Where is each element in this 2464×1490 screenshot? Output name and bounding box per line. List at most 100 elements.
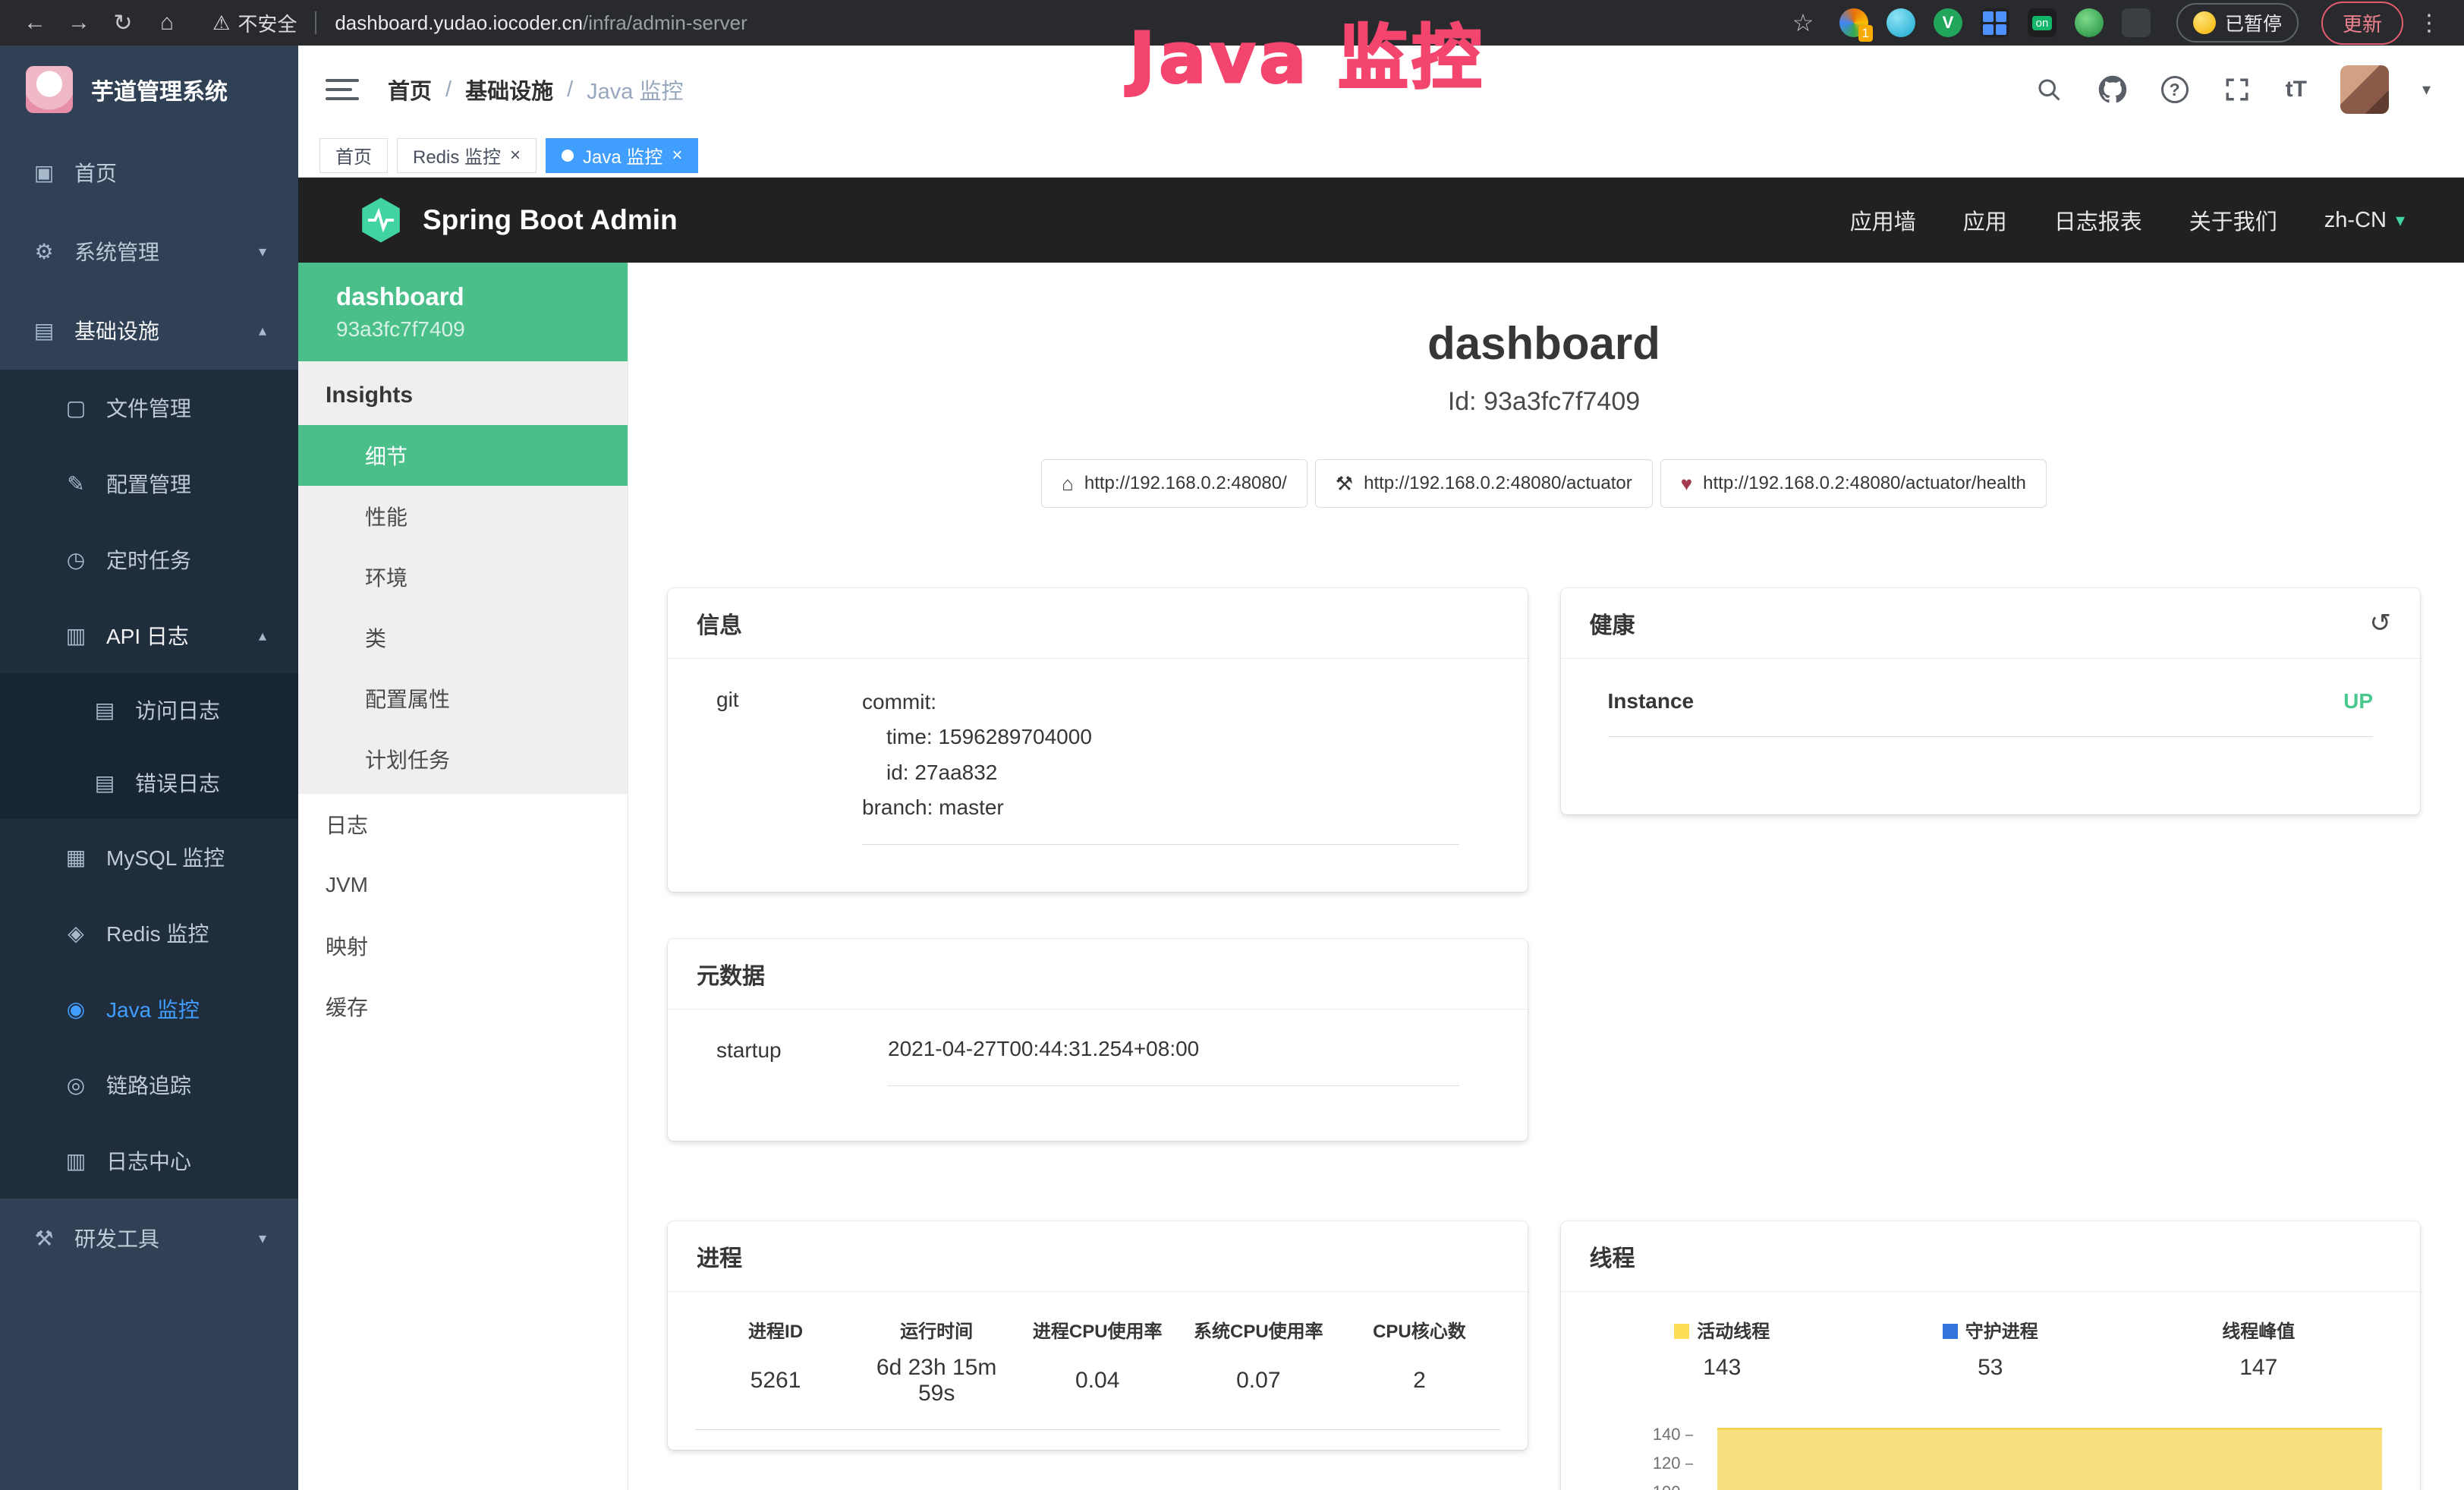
link-root-url[interactable]: ⌂ http://192.168.0.2:48080/ bbox=[1041, 459, 1308, 508]
help-icon[interactable]: ? bbox=[2161, 76, 2189, 103]
avatar-caret-icon[interactable]: ▾ bbox=[2422, 80, 2431, 99]
reload-icon[interactable]: ↻ bbox=[105, 10, 141, 36]
extension-icon-switch[interactable]: on bbox=[2028, 8, 2056, 37]
sidebar-item-access-log[interactable]: ▤ 访问日志 bbox=[0, 673, 298, 746]
database-icon: ▦ bbox=[62, 845, 90, 870]
bookmark-star-icon[interactable]: ☆ bbox=[1785, 8, 1821, 37]
tab-home[interactable]: 首页 bbox=[319, 138, 388, 173]
tab-java-monitor[interactable]: Java 监控 × bbox=[546, 138, 698, 173]
security-chip[interactable]: ⚠ 不安全 bbox=[212, 9, 297, 37]
sidebar-item-redis-monitor[interactable]: ◈ Redis 监控 bbox=[0, 895, 298, 971]
process-col-label: 系统CPU使用率 bbox=[1178, 1296, 1339, 1352]
instance-menu-details[interactable]: 细节 bbox=[298, 425, 628, 486]
java-monitor-icon: ◉ bbox=[62, 997, 90, 1022]
sidebar-item-devtools[interactable]: ⚒ 研发工具 ▾ bbox=[0, 1199, 298, 1277]
history-icon[interactable]: ↺ bbox=[2370, 608, 2392, 638]
sidebar-item-label: 文件管理 bbox=[106, 392, 191, 423]
sba-nav-applications[interactable]: 应用 bbox=[1963, 204, 2007, 236]
close-icon[interactable]: × bbox=[672, 145, 682, 166]
edit-icon: ✎ bbox=[62, 471, 90, 496]
insights-label: Insights bbox=[298, 361, 628, 425]
sidebar-item-system[interactable]: ⚙ 系统管理 ▾ bbox=[0, 212, 298, 291]
health-row-label: Instance bbox=[1608, 689, 1695, 713]
sidebar-item-java-monitor[interactable]: ◉ Java 监控 bbox=[0, 971, 298, 1047]
doc-icon: ▤ bbox=[91, 698, 118, 723]
sba-nav-wall[interactable]: 应用墙 bbox=[1850, 204, 1916, 236]
github-icon[interactable] bbox=[2097, 74, 2128, 105]
card-title: 进程 bbox=[697, 1240, 742, 1273]
content-row: dashboard 93a3fc7f7409 Insights 细节 性能 环境… bbox=[298, 263, 2464, 1490]
profile-paused-badge[interactable]: 已暂停 bbox=[2176, 3, 2299, 43]
instance-header[interactable]: dashboard 93a3fc7f7409 bbox=[298, 263, 628, 361]
instance-menu-performance[interactable]: 性能 bbox=[298, 486, 628, 547]
sidebar-item-config-mgmt[interactable]: ✎ 配置管理 bbox=[0, 446, 298, 521]
process-card: 进程 进程ID 运行时间 进程CPU使用率 系统CPU使用率 CPU核心数 bbox=[668, 1221, 1528, 1450]
legend-peak-threads: 线程峰值 bbox=[2125, 1296, 2393, 1352]
sba-nav-about[interactable]: 关于我们 bbox=[2189, 204, 2277, 236]
sidebar-item-api-log[interactable]: ▥ API 日志 ▴ bbox=[0, 597, 298, 673]
sidebar-item-mysql-monitor[interactable]: ▦ MySQL 监控 bbox=[0, 819, 298, 895]
instance-menu-caches[interactable]: 缓存 bbox=[298, 976, 628, 1037]
sidebar-item-file-mgmt[interactable]: ▢ 文件管理 bbox=[0, 370, 298, 446]
instance-menu-logs[interactable]: 日志 bbox=[298, 794, 628, 855]
browser-home-icon[interactable]: ⌂ bbox=[149, 10, 185, 36]
metadata-card-header: 元数据 bbox=[668, 939, 1528, 1010]
fullscreen-icon[interactable] bbox=[2222, 74, 2252, 105]
breadcrumb-home[interactable]: 首页 bbox=[388, 74, 432, 106]
status-badge: UP bbox=[2343, 689, 2373, 713]
info-git-row: git commit: time: 1596289704000 id: 27aa… bbox=[668, 659, 1528, 887]
app-logo-row: 芋道管理系统 bbox=[0, 46, 298, 133]
extension-icon-green-v[interactable]: V bbox=[1934, 8, 1962, 37]
instance-menu-classes[interactable]: 类 bbox=[298, 607, 628, 668]
extension-icon-colorwheel[interactable]: 1 bbox=[1839, 8, 1868, 37]
address-bar[interactable]: dashboard.yudao.iocoder.cn/infra/admin-s… bbox=[335, 11, 747, 35]
page-title: dashboard bbox=[668, 316, 2420, 372]
link-actuator-url[interactable]: ⚒ http://192.168.0.2:48080/actuator bbox=[1315, 459, 1653, 508]
card-title: 健康 bbox=[1590, 606, 1635, 640]
threads-chart: 140 120 100 bbox=[1603, 1423, 2390, 1490]
browser-menu-icon[interactable]: ⋮ bbox=[2411, 10, 2447, 36]
info-key: git bbox=[716, 685, 862, 845]
instance-menu-mappings[interactable]: 映射 bbox=[298, 915, 628, 976]
home-icon: ⌂ bbox=[1062, 472, 1074, 496]
link-health-url[interactable]: ♥ http://192.168.0.2:48080/actuator/heal… bbox=[1660, 459, 2047, 508]
monitor-icon: ▤ bbox=[30, 318, 58, 343]
sidebar-item-infra[interactable]: ▤ 基础设施 ▴ bbox=[0, 291, 298, 370]
font-size-icon[interactable]: tT bbox=[2286, 77, 2307, 102]
locale-select[interactable]: zh-CN ▾ bbox=[2324, 208, 2405, 233]
sidebar-item-error-log[interactable]: ▤ 错误日志 bbox=[0, 746, 298, 819]
extension-icon-dark[interactable] bbox=[2122, 8, 2151, 37]
instance-menu-environment[interactable]: 环境 bbox=[298, 547, 628, 607]
forward-icon[interactable]: → bbox=[61, 10, 97, 36]
instance-menu-jvm[interactable]: JVM bbox=[298, 855, 628, 915]
sidebar-item-home[interactable]: ▣ 首页 bbox=[0, 133, 298, 212]
instance-menu-config-props[interactable]: 配置属性 bbox=[298, 668, 628, 729]
tab-redis-monitor[interactable]: Redis 监控 × bbox=[397, 138, 537, 173]
process-card-header: 进程 bbox=[668, 1221, 1528, 1292]
sidebar-item-scheduled-jobs[interactable]: ◷ 定时任务 bbox=[0, 521, 298, 597]
sba-nav-journal[interactable]: 日志报表 bbox=[2054, 204, 2142, 236]
extension-icon-grid[interactable] bbox=[1981, 8, 2009, 37]
threads-card-header: 线程 bbox=[1561, 1221, 2421, 1292]
user-avatar[interactable] bbox=[2340, 65, 2389, 114]
git-commit-label: commit: bbox=[862, 685, 1459, 720]
close-icon[interactable]: × bbox=[510, 145, 521, 166]
extension-icon-leaf[interactable] bbox=[2075, 8, 2104, 37]
extension-icon-drop[interactable] bbox=[1887, 8, 1915, 37]
breadcrumb-infra[interactable]: 基础设施 bbox=[465, 74, 553, 106]
breadcrumb-current: Java 监控 bbox=[587, 74, 683, 106]
insights-group: Insights 细节 性能 环境 类 配置属性 计划任务 bbox=[298, 361, 628, 794]
search-icon[interactable] bbox=[2034, 74, 2064, 105]
sidebar-item-tracing[interactable]: ◎ 链路追踪 bbox=[0, 1047, 298, 1123]
legend-label: 线程峰值 bbox=[2222, 1321, 2295, 1342]
chevron-up-icon: ▴ bbox=[259, 321, 266, 340]
back-icon[interactable]: ← bbox=[17, 10, 53, 36]
process-col-value: 0.04 bbox=[1017, 1352, 1178, 1430]
sidebar-item-log-center[interactable]: ▥ 日志中心 bbox=[0, 1123, 298, 1199]
sba-header: Spring Boot Admin 应用墙 应用 日志报表 关于我们 zh-CN… bbox=[298, 178, 2464, 263]
chrome-update-button[interactable]: 更新 bbox=[2321, 2, 2403, 45]
instance-menu-scheduled-tasks[interactable]: 计划任务 bbox=[298, 729, 628, 789]
threads-card: 线程 活动线程 守护进程 线程峰值 143 53 147 bbox=[1561, 1221, 2421, 1490]
hamburger-icon[interactable] bbox=[326, 79, 359, 100]
redis-icon: ◈ bbox=[62, 921, 90, 946]
